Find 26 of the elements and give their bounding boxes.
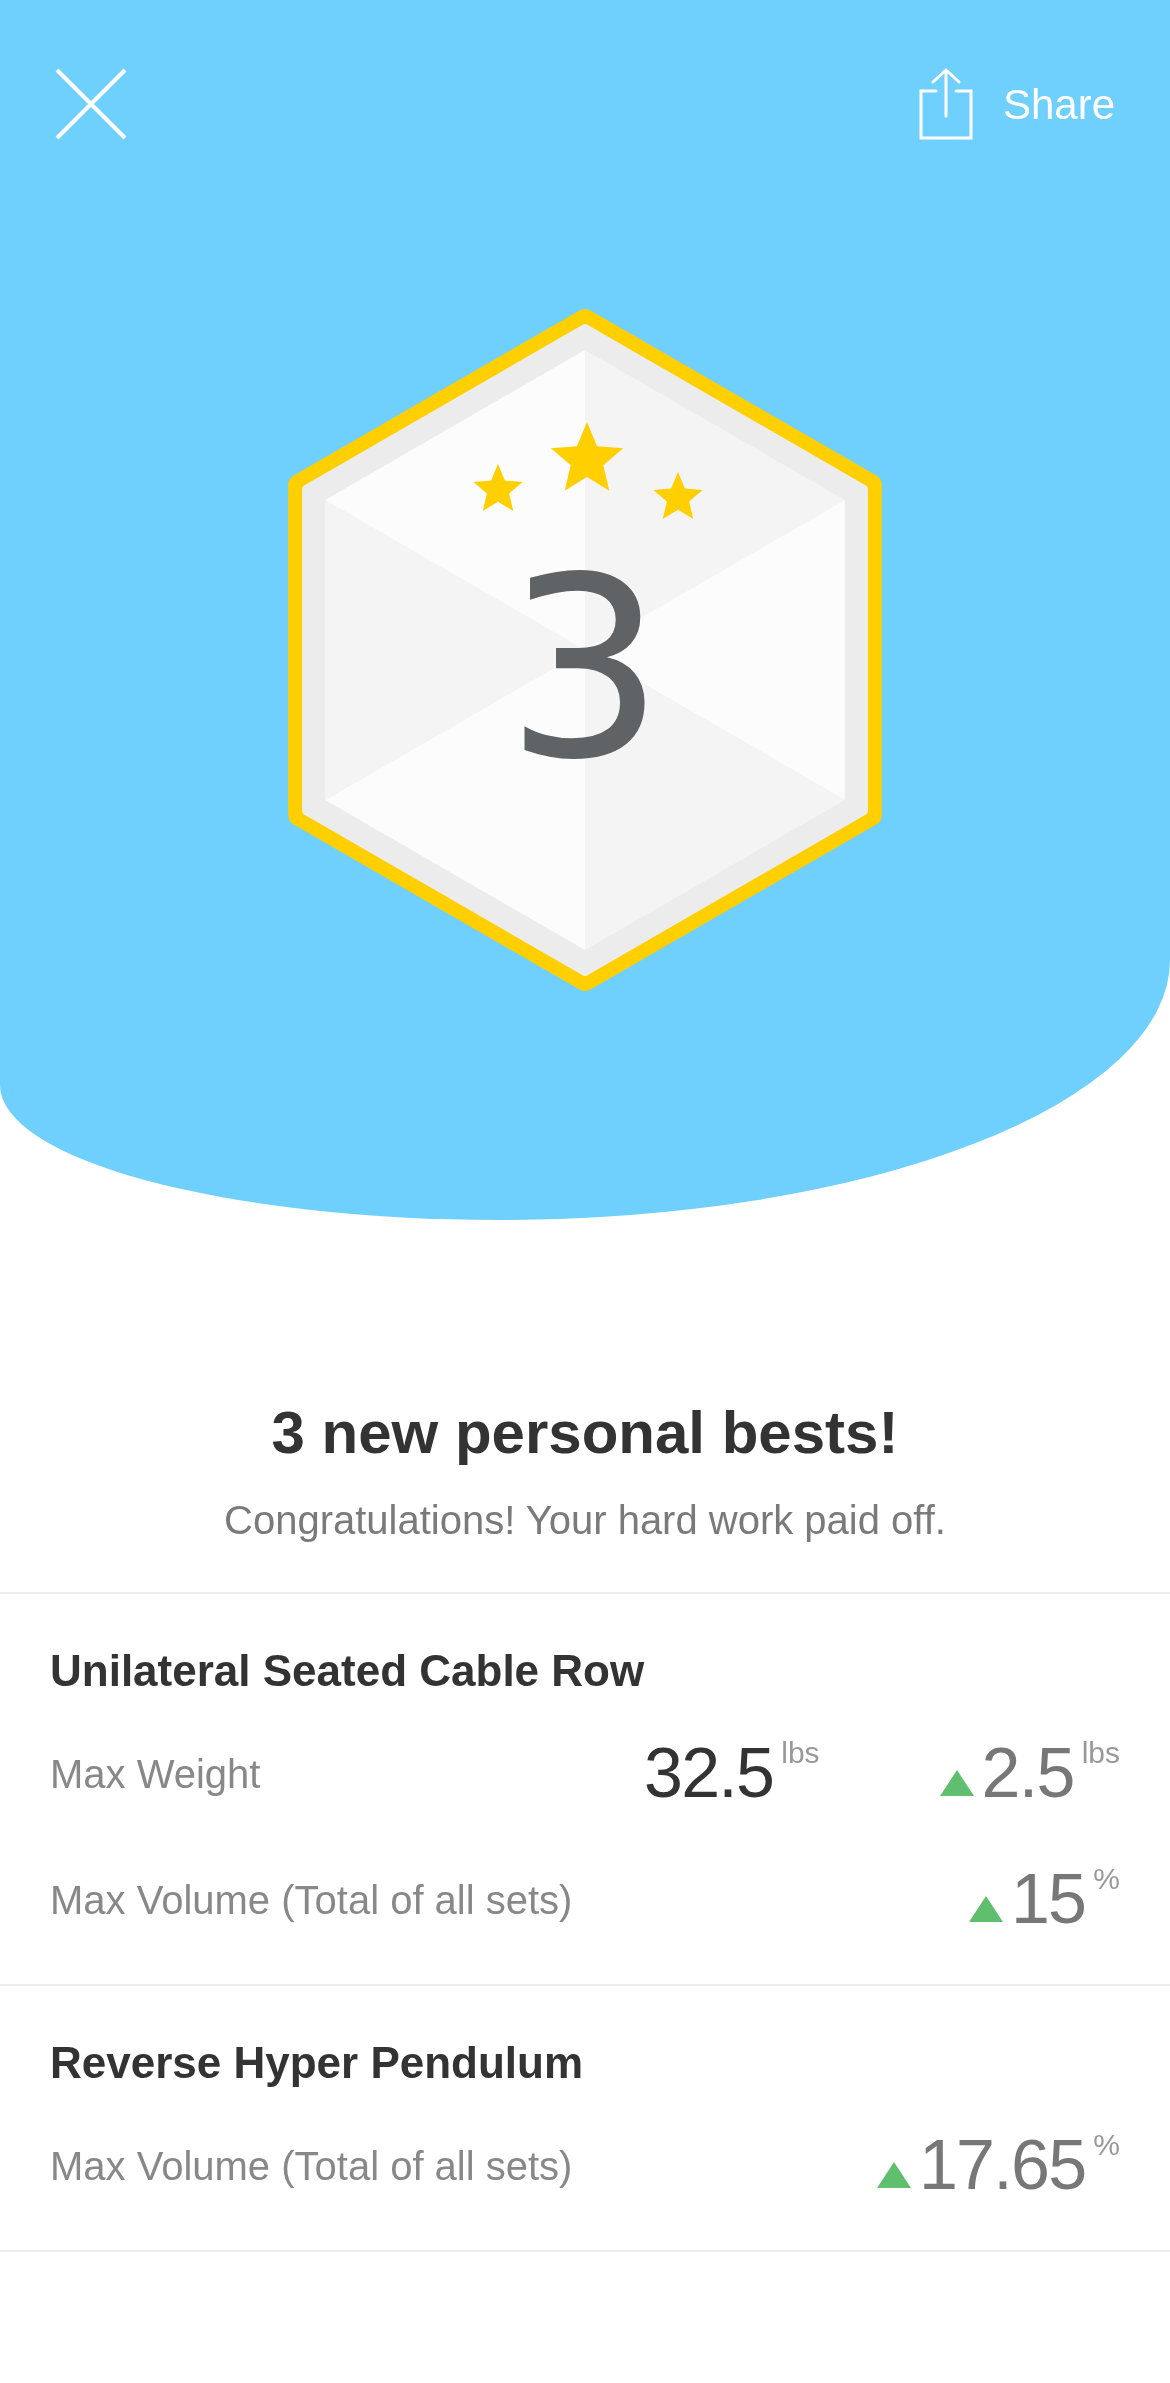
share-icon <box>918 68 973 140</box>
up-triangle-icon <box>876 2162 911 2188</box>
up-triangle-icon <box>968 1896 1003 1922</box>
change-value: 15 <box>1010 1864 1086 1934</box>
star-icon <box>550 422 624 491</box>
exercise-name: Unilateral Seated Cable Row <box>50 1645 646 1697</box>
share-button[interactable]: Share <box>918 68 1115 140</box>
metric-label: Max Volume (Total of all sets) <box>50 2143 574 2190</box>
change-value: 2.5 <box>981 1738 1074 1808</box>
close-button[interactable] <box>55 68 127 140</box>
star-icon <box>653 472 703 519</box>
page-title: 3 new personal bests! <box>271 1398 899 1468</box>
subtitle: Congratulations! Your hard work paid off. <box>224 1497 946 1544</box>
unit-label: % <box>1093 2130 1120 2160</box>
change-value: 17.65 <box>918 2130 1086 2200</box>
close-icon <box>55 68 127 140</box>
unit-label: lbs <box>781 1738 820 1768</box>
badge-number: 3 <box>505 523 665 814</box>
metric-label: Max Volume (Total of all sets) <box>50 1877 574 1924</box>
metric-value: 32.5 <box>643 1738 774 1808</box>
metric-label: Max Weight <box>50 1751 262 1798</box>
unit-label: lbs <box>1081 1738 1120 1768</box>
up-triangle-icon <box>939 1770 974 1796</box>
exercise-name: Reverse Hyper Pendulum <box>50 2037 585 2089</box>
star-icon <box>473 464 523 511</box>
unit-label: % <box>1093 1864 1120 1894</box>
